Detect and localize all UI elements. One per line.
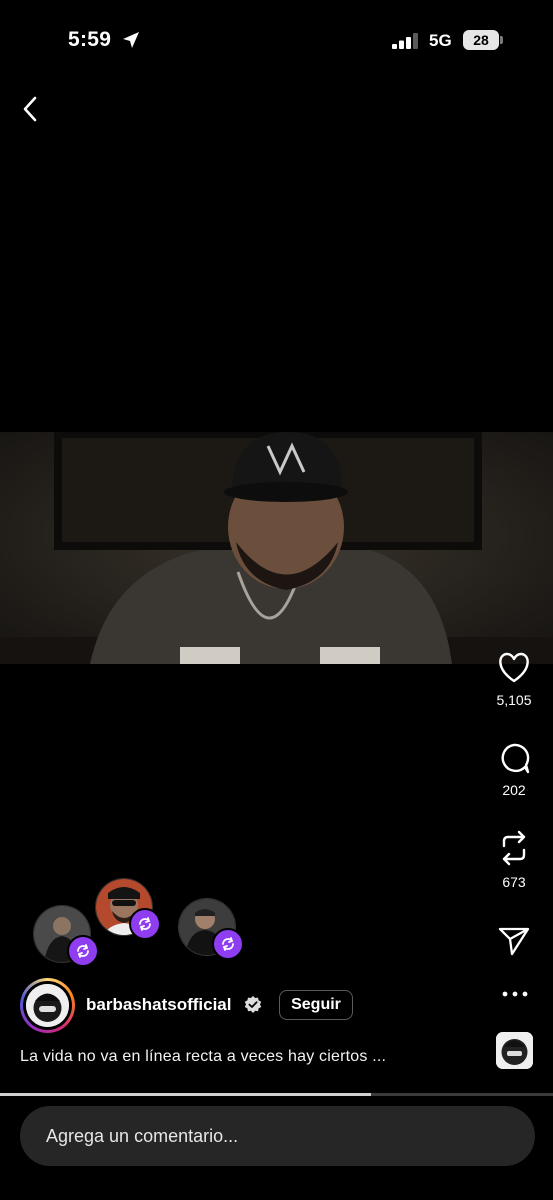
repost-badge: [129, 908, 161, 940]
avatar: [26, 984, 69, 1027]
send-icon: [498, 927, 530, 956]
repost-badge: [67, 935, 99, 967]
more-dots-icon: [502, 991, 528, 997]
author-avatar[interactable]: [20, 978, 75, 1033]
reposter-avatar-3[interactable]: [178, 898, 244, 960]
reposter-avatar-2[interactable]: [95, 878, 161, 940]
barbas-logo-image: [26, 984, 69, 1027]
network-type: 5G: [429, 31, 452, 50]
reposter-avatar-1[interactable]: [33, 905, 99, 967]
location-arrow-icon: [123, 32, 139, 48]
signal-strength-icon: [392, 33, 418, 49]
back-button[interactable]: [16, 94, 46, 124]
like-count: 5,105: [496, 692, 532, 708]
repost-icon: [139, 917, 151, 931]
repost-icon: [77, 944, 89, 958]
repost-badge: [212, 928, 244, 960]
repost-count: 673: [502, 874, 526, 890]
repost-icon: [222, 937, 234, 951]
comment-input[interactable]: [20, 1106, 535, 1166]
comment-bubble-icon: [501, 743, 530, 774]
follow-button[interactable]: Seguir: [279, 990, 353, 1020]
chevron-left-icon: [23, 96, 37, 122]
post-caption[interactable]: La vida no va en línea recta a veces hay…: [20, 1048, 386, 1066]
battery-indicator: 28: [463, 30, 499, 50]
audio-thumbnail[interactable]: [496, 1032, 533, 1069]
heart-icon: [499, 652, 529, 683]
video-player[interactable]: [0, 432, 553, 664]
status-time: 5:59: [68, 28, 112, 51]
share-button[interactable]: [482, 926, 546, 956]
comment-count: 202: [502, 782, 526, 798]
like-button[interactable]: 5,105: [482, 652, 546, 708]
audio-avatar-image: [496, 1032, 533, 1069]
video-progress-bar[interactable]: [0, 1093, 553, 1096]
repost-button[interactable]: 673: [482, 830, 546, 890]
battery-tip: [500, 36, 503, 44]
video-progress-fill: [0, 1093, 371, 1096]
repost-icon: [502, 830, 526, 866]
comment-button[interactable]: 202: [482, 742, 546, 798]
author-username[interactable]: barbashatsofficial: [86, 995, 232, 1015]
video-frame-image: [0, 432, 553, 664]
verified-badge-icon: [244, 996, 262, 1013]
more-options-button[interactable]: [500, 982, 530, 1006]
